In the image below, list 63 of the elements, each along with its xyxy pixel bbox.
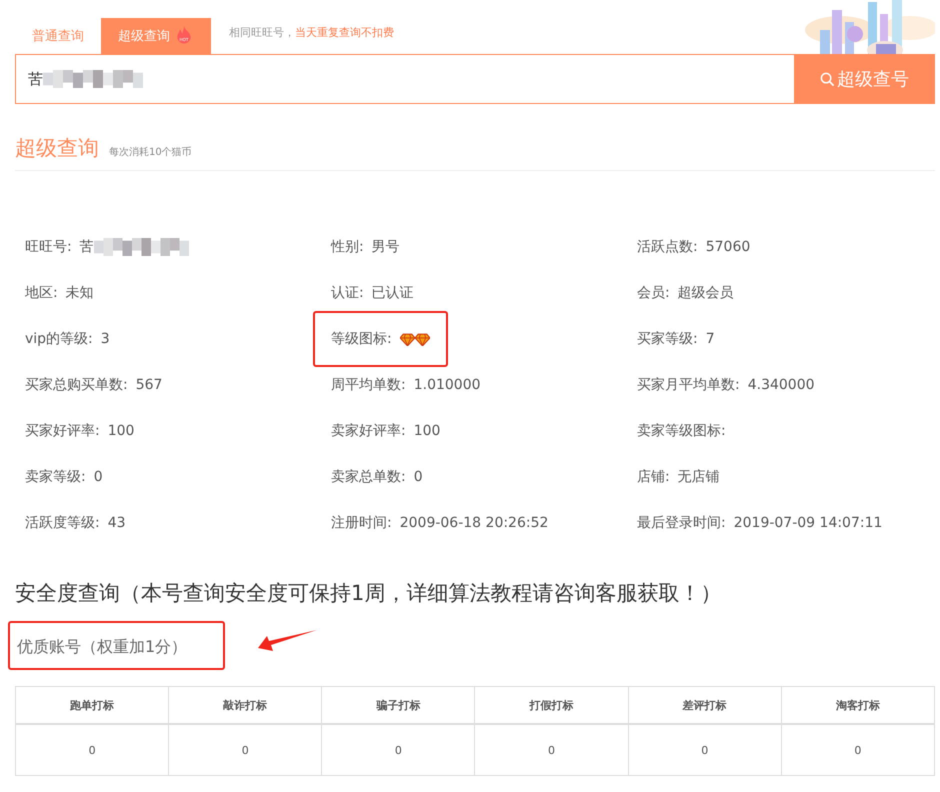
diamond-icon xyxy=(400,332,415,346)
table-cell: 0 xyxy=(474,724,628,776)
info-value: 567 xyxy=(136,377,162,393)
info-value: 100 xyxy=(108,423,134,439)
section-subtitle: 每次消耗10个猫币 xyxy=(109,146,192,159)
info-value: 2019-07-09 14:07:11 xyxy=(734,515,882,531)
info-label: 地区: xyxy=(25,284,58,302)
diamond-icon xyxy=(414,332,430,346)
safety-title: 安全度查询（本号查询安全度可保持1周，详细算法教程请咨询客服获取！） xyxy=(15,580,722,607)
info-value: 3 xyxy=(100,331,110,347)
search-icon xyxy=(820,72,835,86)
info-value: 苦 xyxy=(80,238,94,256)
column-header: 淘客打标 xyxy=(781,686,934,724)
info-label: 卖家好评率: xyxy=(331,422,406,440)
info-value: 1.010000 xyxy=(414,377,481,393)
info-label: 注册时间: xyxy=(331,514,392,532)
column-header: 跑单打标 xyxy=(16,686,169,724)
info-label: 活跃度等级: xyxy=(25,514,100,532)
info-label: 认证: xyxy=(331,284,364,302)
table-cell: 0 xyxy=(781,724,934,776)
info-label: 活跃点数: xyxy=(637,238,698,256)
info-value: 57060 xyxy=(706,239,750,255)
info-label: 卖家等级: xyxy=(25,468,86,486)
info-label: 旺旺号: xyxy=(25,238,72,256)
search-field[interactable]: 苦 xyxy=(15,54,794,104)
info-label: 卖家总单数: xyxy=(331,468,406,486)
info-label: 周平均单数: xyxy=(331,376,406,394)
info-value: 2009-06-18 20:26:52 xyxy=(400,515,548,531)
info-value: 男号 xyxy=(372,238,400,256)
info-value: 无店铺 xyxy=(678,468,720,486)
info-value: 43 xyxy=(108,515,126,531)
info-value: 100 xyxy=(414,423,440,439)
info-value: 0 xyxy=(414,469,423,485)
info-value: 0 xyxy=(94,469,103,485)
info-label: 买家等级: xyxy=(637,330,698,348)
info-label: 买家总购买单数: xyxy=(25,376,128,394)
column-header: 敲诈打标 xyxy=(168,686,322,724)
info-label: 会员: xyxy=(637,284,670,302)
info-label: 等级图标: xyxy=(331,330,392,348)
tab-note: 相同旺旺号，当天重复查询不扣费 xyxy=(229,25,394,40)
column-header: 打假打标 xyxy=(474,686,628,724)
tab[interactable]: 普通查询 xyxy=(15,18,101,54)
info-value: 7 xyxy=(706,331,715,347)
info-label: 卖家等级图标: xyxy=(637,422,726,440)
search-button[interactable]: 超级查号 xyxy=(794,54,935,104)
info-label: vip的等级: xyxy=(25,330,93,348)
table-cell: 0 xyxy=(322,724,475,776)
info-value: 未知 xyxy=(66,284,94,302)
table-cell: 0 xyxy=(16,724,169,776)
info-label: 性别: xyxy=(331,238,364,256)
info-label: 买家好评率: xyxy=(25,422,100,440)
table-cell: 0 xyxy=(628,724,782,776)
info-value: 已认证 xyxy=(372,284,414,302)
info-value: 超级会员 xyxy=(678,284,734,302)
safety-result: 优质账号（权重加1分） xyxy=(8,621,225,670)
info-label: 最后登录时间: xyxy=(637,514,726,532)
info-label: 买家月平均单数: xyxy=(637,376,740,394)
section-title: 超级查询 xyxy=(15,135,99,162)
column-header: 骗子打标 xyxy=(322,686,475,724)
column-header: 差评打标 xyxy=(628,686,782,724)
info-value: 4.340000 xyxy=(748,377,815,393)
info-label: 店铺: xyxy=(637,468,670,486)
table-cell: 0 xyxy=(168,724,322,776)
